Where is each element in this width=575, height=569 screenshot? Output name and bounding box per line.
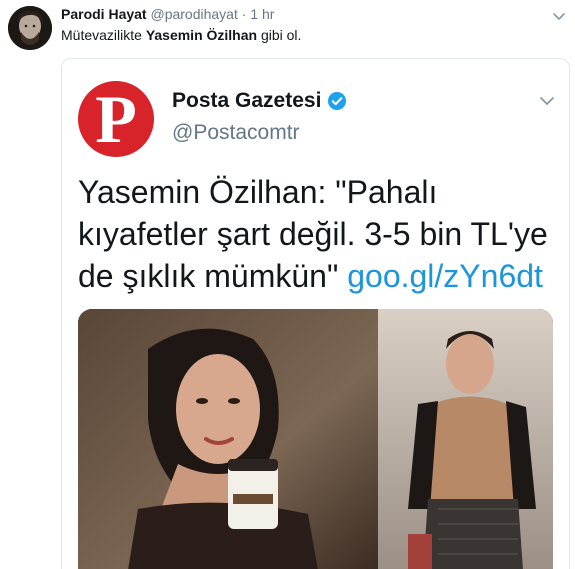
quoted-media-image[interactable] (78, 309, 553, 569)
photo-collage (78, 309, 553, 569)
tweet-header: Parodi Hayat @parodihayat · 1 hr (61, 6, 274, 22)
posta-logo: P (78, 81, 154, 157)
quoted-handle: @Postacomtr (172, 121, 300, 144)
quoted-display-name: Posta Gazetesi (172, 89, 322, 112)
separator: · (241, 6, 247, 22)
chevron-down-icon (553, 13, 565, 20)
quoted-link[interactable]: goo.gl/zYn6dt (347, 258, 543, 294)
chevron-down-icon (540, 97, 554, 105)
tweet-text-after: gibi ol. (257, 27, 302, 43)
tweet-text: Mütevazilikte Yasemin Özilhan gibi ol. (61, 27, 301, 43)
quoted-text-line-1: Yasemin Özilhan: "Pahalı (78, 174, 438, 210)
quoted-text-line-3-body: de şıklık mümkün" (78, 258, 348, 294)
quoted-text-line-2: kıyafetler şart değil. 3-5 bin TL'ye (78, 216, 548, 252)
quoted-menu-button (537, 91, 557, 111)
tweet-text-bold: Yasemin Özilhan (145, 27, 258, 43)
tweet-menu-button[interactable] (551, 8, 567, 24)
avatar[interactable] (8, 6, 52, 50)
quoted-tweet-screenshot[interactable]: P Posta Gazetesi @Postacomtr Yasemin Özi… (61, 58, 570, 569)
verified-badge-icon (327, 91, 347, 111)
quoted-text-line-3: de şıklık mümkün" goo.gl/zYn6dt (78, 255, 558, 297)
handle[interactable]: @parodihayat (150, 6, 237, 22)
timestamp[interactable]: 1 hr (250, 6, 274, 22)
quoted-text: Yasemin Özilhan: "Pahalı kıyafetler şart… (78, 171, 558, 297)
quoted-display-name-row: Posta Gazetesi (172, 89, 347, 113)
tweet-text-before: Mütevazilikte (61, 27, 146, 43)
display-name[interactable]: Parodi Hayat (61, 6, 147, 22)
avatar-image (8, 6, 52, 50)
tweet: Parodi Hayat @parodihayat · 1 hr Mütevaz… (0, 0, 575, 569)
